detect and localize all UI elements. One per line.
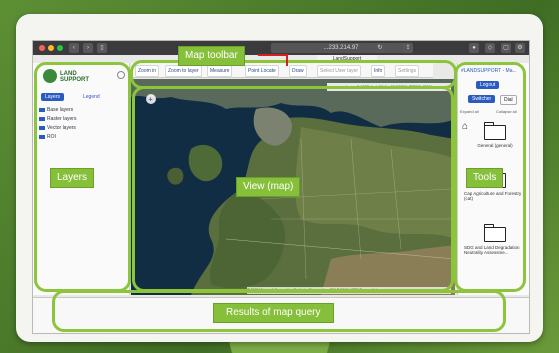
sidebar-icon[interactable]: ▯ <box>97 43 107 53</box>
close-dot-icon[interactable] <box>39 45 45 51</box>
tools-annotation: Tools <box>466 168 504 188</box>
settings-icon[interactable]: ⚙ <box>515 43 525 53</box>
results-annotation: Results of map query <box>213 303 334 323</box>
shield-icon[interactable]: ◇ <box>485 43 495 53</box>
share-icon[interactable]: ⇪ <box>403 43 413 53</box>
toolbar-annotation: Map toolbar <box>178 46 245 66</box>
reload-icon[interactable]: ↻ <box>375 43 385 53</box>
tabs-icon[interactable]: ▢ <box>501 43 511 53</box>
maximize-dot-icon[interactable] <box>57 45 63 51</box>
address-bar[interactable]: ...233.214.97 <box>271 43 411 53</box>
extension-icon[interactable]: ● <box>469 43 479 53</box>
view-annotation: View (map) <box>236 177 301 197</box>
browser-titlebar: ‹ › ▯ ...233.214.97 ↻ ⇪ ● ◇ ▢ ⚙ <box>33 41 529 55</box>
minimize-dot-icon[interactable] <box>48 45 54 51</box>
layers-annotation: Layers <box>50 168 95 188</box>
arrow-line-icon <box>286 54 288 66</box>
arrow-line-icon <box>258 54 288 56</box>
forward-icon[interactable]: › <box>83 43 93 53</box>
back-icon[interactable]: ‹ <box>69 43 79 53</box>
